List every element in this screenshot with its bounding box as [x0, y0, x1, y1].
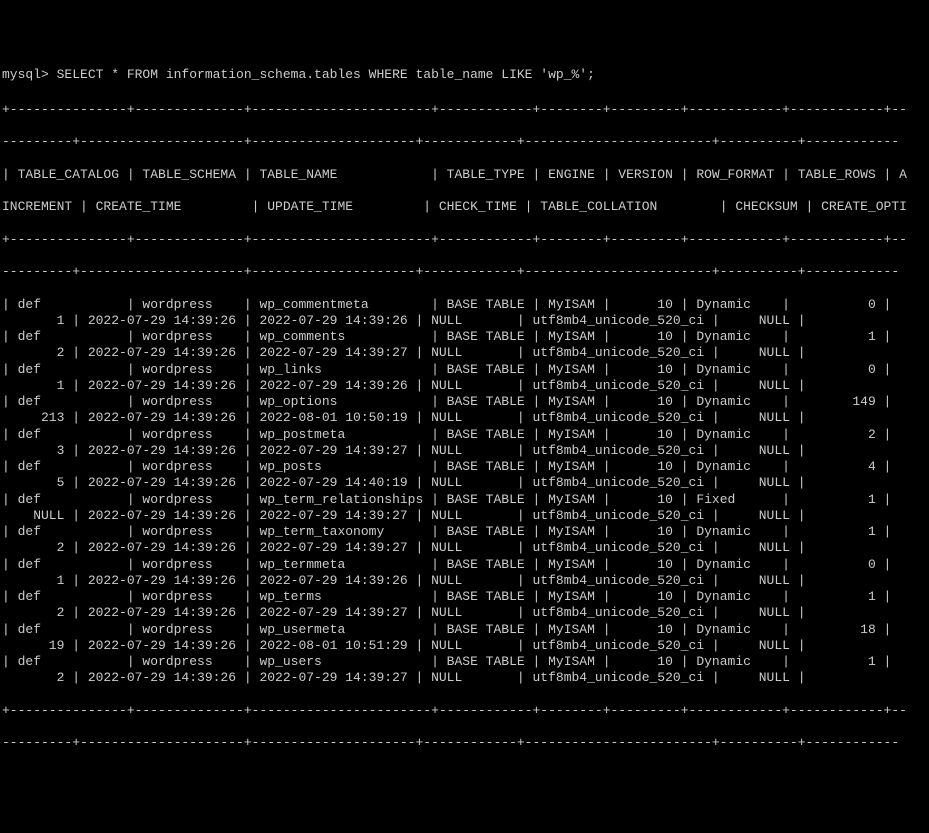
table-row: 2 | 2022-07-29 14:39:26 | 2022-07-29 14:…	[2, 345, 927, 361]
table-row: 19 | 2022-07-29 14:39:26 | 2022-08-01 10…	[2, 638, 927, 654]
table-row: | def | wordpress | wp_posts | BASE TABL…	[2, 459, 927, 475]
table-row: 2 | 2022-07-29 14:39:26 | 2022-07-29 14:…	[2, 670, 927, 686]
separator-top-2: ---------+---------------------+--------…	[2, 134, 927, 150]
table-row: 5 | 2022-07-29 14:39:26 | 2022-07-29 14:…	[2, 475, 927, 491]
separator-mid-1: +---------------+--------------+--------…	[2, 232, 927, 248]
table-row: | def | wordpress | wp_links | BASE TABL…	[2, 362, 927, 378]
separator-mid-2: ---------+---------------------+--------…	[2, 264, 927, 280]
table-row: | def | wordpress | wp_commentmeta | BAS…	[2, 297, 927, 313]
table-row: | def | wordpress | wp_options | BASE TA…	[2, 394, 927, 410]
separator-top-1: +---------------+--------------+--------…	[2, 102, 927, 118]
table-row: | def | wordpress | wp_usermeta | BASE T…	[2, 622, 927, 638]
header-line-2: INCREMENT | CREATE_TIME | UPDATE_TIME | …	[2, 199, 927, 215]
table-row: | def | wordpress | wp_terms | BASE TABL…	[2, 589, 927, 605]
table-row: NULL | 2022-07-29 14:39:26 | 2022-07-29 …	[2, 508, 927, 524]
separator-bot-1: +---------------+--------------+--------…	[2, 703, 927, 719]
sql-prompt[interactable]: mysql> SELECT * FROM information_schema.…	[2, 67, 927, 83]
table-row: | def | wordpress | wp_users | BASE TABL…	[2, 654, 927, 670]
rows-container: | def | wordpress | wp_commentmeta | BAS…	[2, 297, 927, 687]
table-row: | def | wordpress | wp_comments | BASE T…	[2, 329, 927, 345]
table-row: | def | wordpress | wp_term_relationship…	[2, 492, 927, 508]
table-row: 2 | 2022-07-29 14:39:26 | 2022-07-29 14:…	[2, 605, 927, 621]
table-row: 2 | 2022-07-29 14:39:26 | 2022-07-29 14:…	[2, 540, 927, 556]
table-row: 213 | 2022-07-29 14:39:26 | 2022-08-01 1…	[2, 410, 927, 426]
table-row: 3 | 2022-07-29 14:39:26 | 2022-07-29 14:…	[2, 443, 927, 459]
table-row: 1 | 2022-07-29 14:39:26 | 2022-07-29 14:…	[2, 313, 927, 329]
table-row: 1 | 2022-07-29 14:39:26 | 2022-07-29 14:…	[2, 573, 927, 589]
table-row: | def | wordpress | wp_termmeta | BASE T…	[2, 557, 927, 573]
separator-bot-2: ---------+---------------------+--------…	[2, 735, 927, 751]
table-row: 1 | 2022-07-29 14:39:26 | 2022-07-29 14:…	[2, 378, 927, 394]
header-line-1: | TABLE_CATALOG | TABLE_SCHEMA | TABLE_N…	[2, 167, 927, 183]
table-row: | def | wordpress | wp_term_taxonomy | B…	[2, 524, 927, 540]
table-row: | def | wordpress | wp_postmeta | BASE T…	[2, 427, 927, 443]
